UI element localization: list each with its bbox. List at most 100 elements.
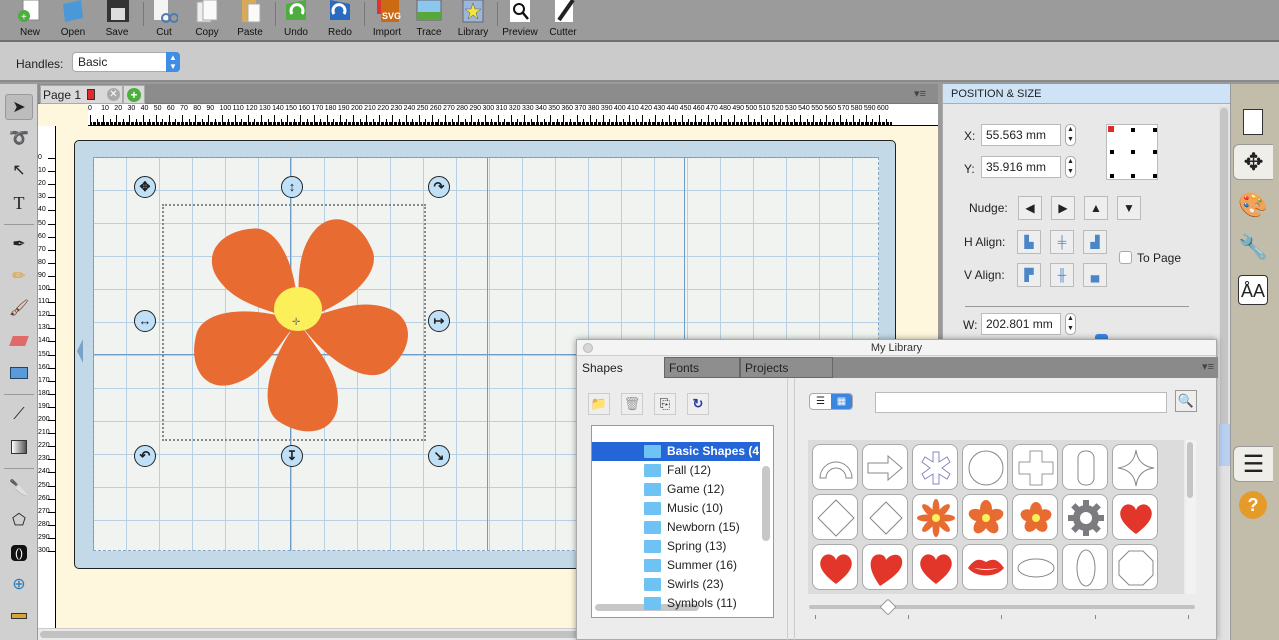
cut-button[interactable]: Cut <box>142 0 186 40</box>
shape-thumb-asterisk[interactable] <box>912 444 958 490</box>
width-handle-left[interactable]: ↔ <box>134 310 156 332</box>
x-input[interactable]: 55.563 mm <box>981 124 1061 146</box>
zoom-tool[interactable]: ⊕ <box>5 572 33 598</box>
y-input[interactable]: 35.916 mm <box>981 156 1061 178</box>
ref-point[interactable] <box>1131 150 1135 154</box>
width-handle-right[interactable]: ↦ <box>428 310 450 332</box>
rotate-handle-bottom-left[interactable]: ↶ <box>134 445 156 467</box>
ref-point[interactable] <box>1153 174 1157 178</box>
height-handle-bottom[interactable]: ↧ <box>281 445 303 467</box>
library-titlebar[interactable]: My Library <box>577 340 1216 356</box>
ref-point[interactable] <box>1110 150 1114 154</box>
move-handle[interactable]: ✥ <box>134 176 156 198</box>
align-bottom-button[interactable]: ▄ <box>1083 263 1107 287</box>
folder-tree-item[interactable]: Game (12) <box>592 480 760 499</box>
text-panel-button[interactable]: ÅA <box>1233 272 1273 308</box>
shape-thumb-circle[interactable] <box>962 444 1008 490</box>
nudge-down-button[interactable]: ▼ <box>1117 196 1141 220</box>
close-window-button[interactable] <box>583 343 593 353</box>
folder-tree-item[interactable]: Fall (12) <box>592 461 760 480</box>
shape-thumb-diamond-small[interactable] <box>862 494 908 540</box>
redo-button[interactable]: Redo <box>318 0 362 40</box>
path-edit-tool[interactable]: ⬠ <box>5 508 33 534</box>
shape-thumb-cross[interactable] <box>1012 444 1058 490</box>
cutter-button[interactable]: Cutter <box>541 0 585 40</box>
add-page-button[interactable]: + <box>123 85 145 104</box>
pencil-tool[interactable]: ✏ <box>5 264 33 290</box>
y-stepper[interactable]: ▲ ▼ <box>1065 156 1076 178</box>
save-button[interactable]: Save <box>95 0 139 40</box>
position-size-panel-button[interactable]: ✥ <box>1233 144 1273 180</box>
search-button[interactable]: 🔍 <box>1175 390 1197 412</box>
flower-shape[interactable]: ✛ <box>162 202 428 442</box>
help-button[interactable]: ? <box>1233 486 1273 522</box>
paste-button[interactable]: Paste <box>228 0 272 40</box>
scale-handle[interactable]: ↘ <box>428 445 450 467</box>
undo-button[interactable]: Undo <box>274 0 318 40</box>
ref-point-selected[interactable] <box>1108 126 1114 132</box>
weld-tool[interactable]: () <box>5 540 33 566</box>
close-page-icon[interactable]: ✕ <box>107 88 120 101</box>
nudge-up-button[interactable]: ▲ <box>1084 196 1108 220</box>
pane-splitter[interactable] <box>787 378 795 640</box>
text-tool[interactable]: T <box>5 190 33 216</box>
shape-thumb-flower-5b[interactable] <box>1012 494 1058 540</box>
shape-thumb-flower-5a[interactable] <box>962 494 1008 540</box>
ref-point[interactable] <box>1131 174 1135 178</box>
tab-fonts[interactable]: Fonts <box>664 357 740 378</box>
gradient-tool[interactable] <box>5 434 33 460</box>
select-tool[interactable]: ➤ <box>5 94 33 120</box>
library-button[interactable]: Library <box>451 0 495 40</box>
new-button[interactable]: + New <box>8 0 52 40</box>
panel-menu-icon[interactable]: ▾≡ <box>914 87 926 100</box>
width-input[interactable]: 202.801 mm <box>981 313 1061 335</box>
folder-tree-item[interactable]: Symbols (11) <box>592 594 760 613</box>
ref-point[interactable] <box>1131 128 1135 132</box>
knife-tool[interactable]: 🔪 <box>5 476 33 502</box>
folder-tree-item[interactable]: Music (10) <box>592 499 760 518</box>
import-button[interactable]: SVG Import <box>365 0 409 40</box>
ref-point[interactable] <box>1153 150 1157 154</box>
panel-menu-icon[interactable]: ▾≡ <box>1202 360 1214 373</box>
folder-tree-item[interactable]: Newborn (15) <box>592 518 760 537</box>
ref-point[interactable] <box>1153 128 1157 132</box>
page-tab[interactable]: Page 1 ✕ <box>40 85 123 104</box>
shapes-scrollbar[interactable] <box>1186 440 1196 594</box>
shape-thumb-lips[interactable] <box>962 544 1008 590</box>
align-center-h-button[interactable]: ╪ <box>1050 230 1074 254</box>
tab-projects[interactable]: Projects <box>740 357 833 378</box>
color-panel-button[interactable]: 🎨 <box>1233 188 1273 224</box>
page-color-swatch[interactable] <box>87 89 95 100</box>
refresh-button[interactable]: ↻ <box>687 393 709 415</box>
library-search-input[interactable] <box>875 392 1167 413</box>
panel-scrollbar[interactable] <box>1219 106 1229 640</box>
copy-button[interactable]: Copy <box>185 0 229 40</box>
nudge-right-button[interactable]: ▶ <box>1051 196 1075 220</box>
folder-tree-item[interactable]: Swirls (23) <box>592 575 760 594</box>
brush-tool[interactable]: 🖌 <box>5 296 33 322</box>
nudge-left-button[interactable]: ◀ <box>1018 196 1042 220</box>
align-top-button[interactable]: ▛ <box>1017 263 1041 287</box>
trace-button[interactable]: Trace <box>407 0 451 40</box>
scrollbar-thumb[interactable] <box>1187 442 1193 498</box>
shape-thumb-arch[interactable] <box>812 444 858 490</box>
eraser-tool[interactable] <box>5 328 33 354</box>
tree-vertical-scrollbar[interactable] <box>762 466 770 541</box>
shape-thumb-heart-2[interactable] <box>812 544 858 590</box>
import-to-library-button[interactable]: ⎘ <box>654 393 676 415</box>
measure-tool[interactable] <box>5 602 33 628</box>
height-handle-top[interactable]: ↕ <box>281 176 303 198</box>
list-view-icon[interactable]: ☰ <box>810 394 831 409</box>
slider-knob[interactable] <box>879 598 897 616</box>
view-toggle[interactable]: ☰ ▦ <box>809 393 853 410</box>
shape-thumb-ellipse-v[interactable] <box>1062 544 1108 590</box>
align-middle-v-button[interactable]: ╫ <box>1050 263 1074 287</box>
shape-thumb-four-point-star[interactable] <box>1112 444 1158 490</box>
folder-tree-item[interactable]: Spring (13) <box>592 537 760 556</box>
layers-panel-button[interactable]: ☰ <box>1233 446 1273 482</box>
preview-button[interactable]: Preview <box>498 0 542 40</box>
open-button[interactable]: Open <box>51 0 95 40</box>
node-select-tool[interactable]: ↖ <box>5 158 33 184</box>
shape-thumb-octagon[interactable] <box>1112 544 1158 590</box>
grid-view-icon[interactable]: ▦ <box>831 394 852 409</box>
